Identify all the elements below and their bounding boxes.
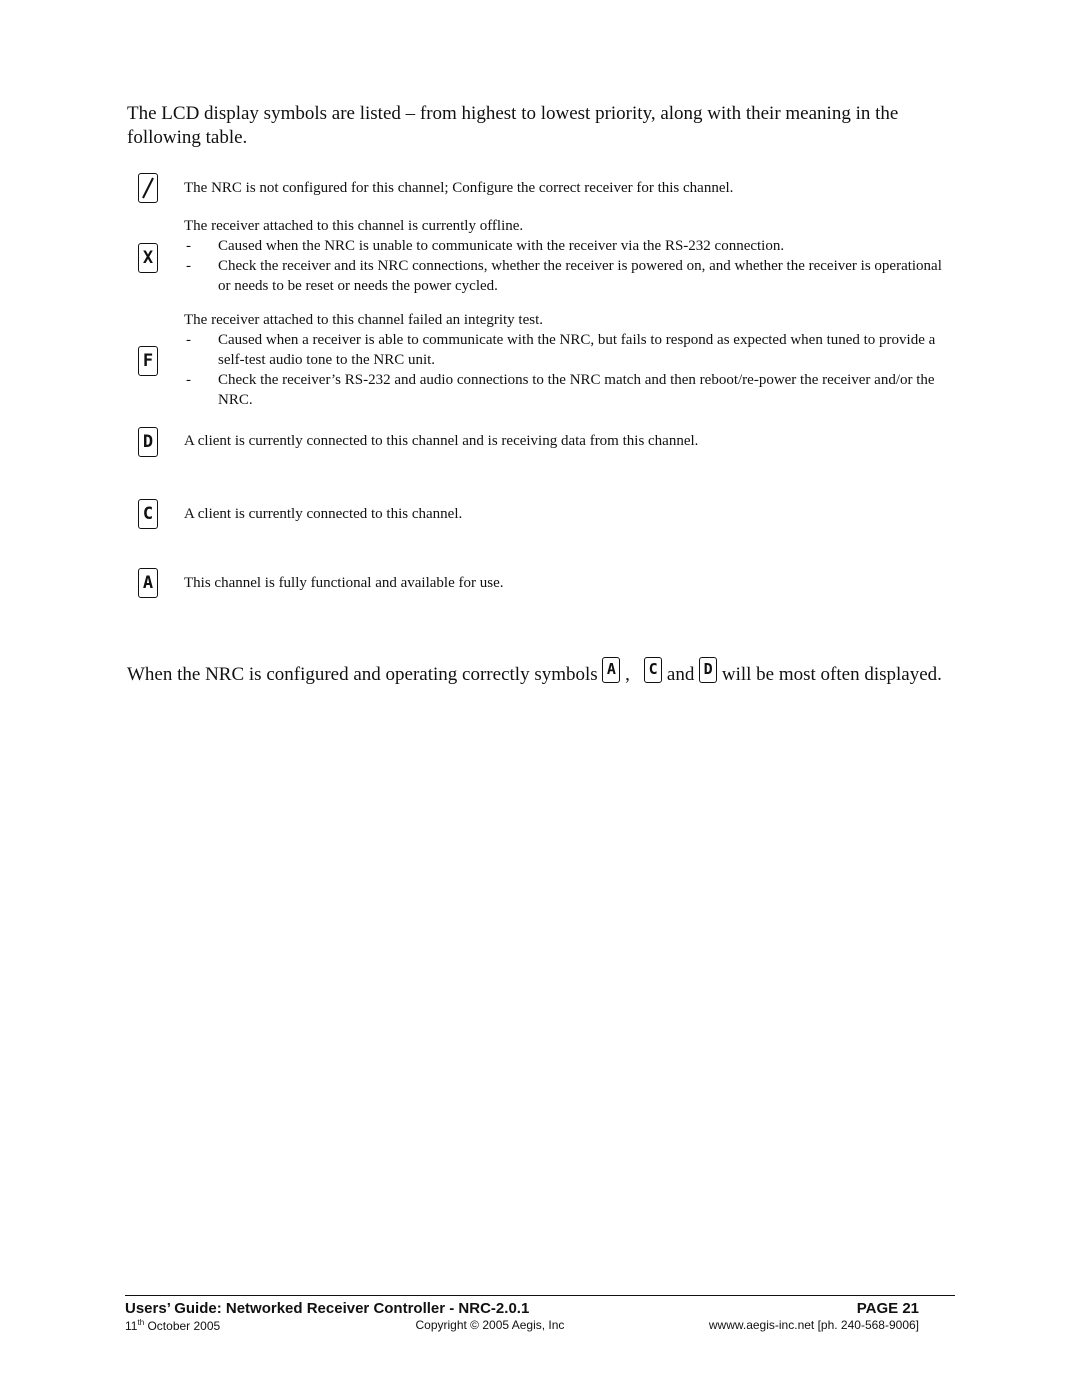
slash-symbol-icon xyxy=(138,173,158,203)
footer-copyright: Copyright © 2005 Aegis, Inc xyxy=(415,1318,565,1332)
page-footer: Users’ Guide: Networked Receiver Control… xyxy=(125,1295,955,1333)
bullet-item: - Check the receiver and its NRC connect… xyxy=(186,258,942,294)
intro-paragraph: The LCD display symbols are listed – fro… xyxy=(127,103,899,148)
x-symbol-icon: X xyxy=(138,243,158,273)
footer-title: Users’ Guide: Networked Receiver Control… xyxy=(125,1300,530,1317)
f-symbol-icon: F xyxy=(138,346,158,376)
outro-paragraph: When the NRC is configured and operating… xyxy=(127,656,947,691)
symbol-description: A client is currently connected to this … xyxy=(184,433,699,449)
page-number: PAGE 21 xyxy=(856,1300,919,1317)
a-symbol-icon: A xyxy=(602,656,621,683)
footer-website: wwww.aegis-inc.net [ph. 240-568-9006] xyxy=(708,1318,919,1332)
symbol-description: A client is currently connected to this … xyxy=(184,506,463,522)
d-symbol-icon: D xyxy=(699,656,718,683)
bullet-item: - Caused when a receiver is able to comm… xyxy=(186,332,936,368)
symbol-description: The NRC is not configured for this chann… xyxy=(184,180,734,196)
symbol-description: This channel is fully functional and ava… xyxy=(184,575,504,591)
bullet-item: - Caused when the NRC is unable to commu… xyxy=(186,238,785,254)
a-symbol-icon: A xyxy=(138,568,158,598)
d-symbol-icon: D xyxy=(138,427,158,457)
symbol-description: The receiver attached to this channel is… xyxy=(184,218,524,234)
symbol-description: The receiver attached to this channel fa… xyxy=(184,312,544,328)
bullet-item: - Check the receiver’s RS-232 and audio … xyxy=(186,372,935,408)
c-symbol-icon: C xyxy=(138,499,158,529)
c-symbol-icon: C xyxy=(644,656,663,683)
footer-date: 11th October 2005 xyxy=(125,1318,221,1333)
